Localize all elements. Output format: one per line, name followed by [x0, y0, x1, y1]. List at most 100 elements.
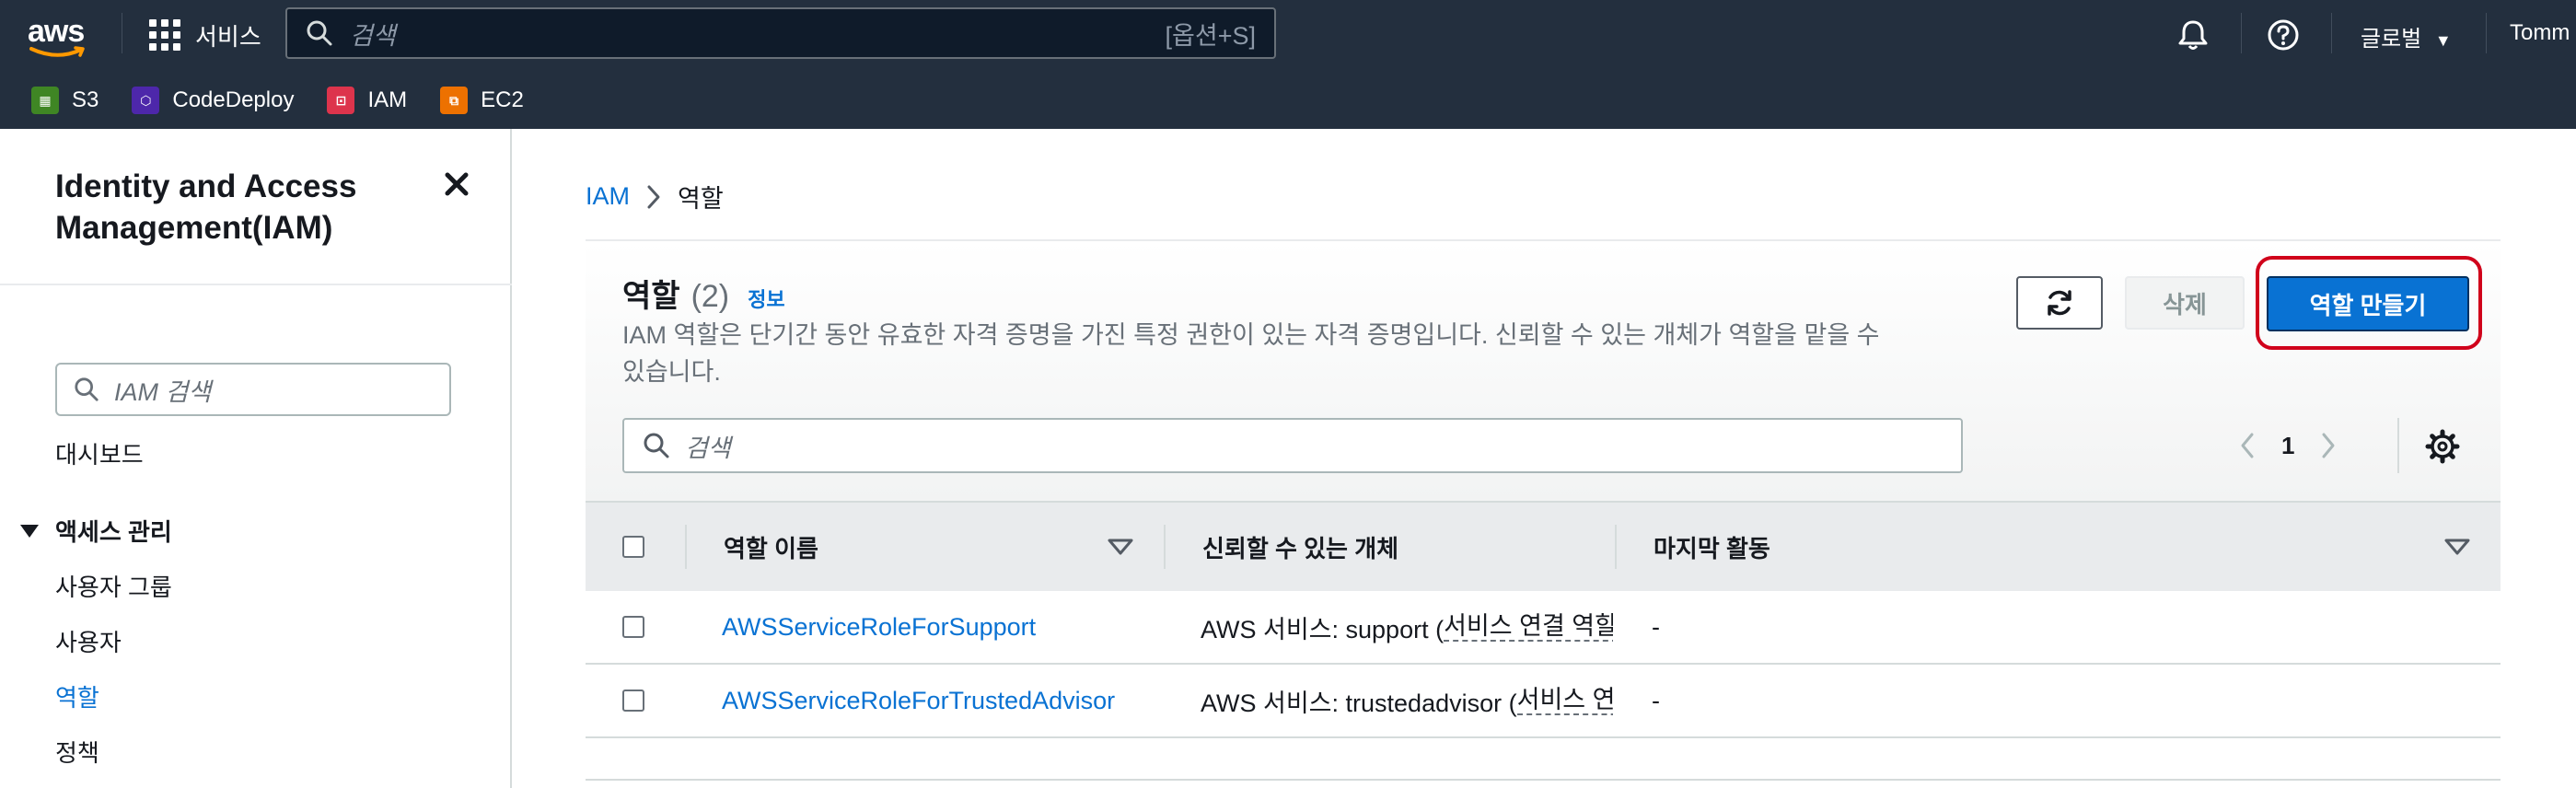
service-linked-role-tooltip[interactable]: 서비스 연결 역할	[1516, 686, 1613, 715]
trusted-entity-cell: AWS 서비스: support (서비스 연결 역할	[1201, 591, 1613, 663]
sort-descending-icon[interactable]	[1107, 538, 1134, 556]
column-divider	[685, 525, 687, 569]
region-label: 글로벌	[2361, 27, 2422, 52]
region-selector[interactable]: 글로벌 ▼	[2361, 20, 2452, 52]
sidebar-item-users[interactable]: 사용자	[55, 624, 122, 658]
row-checkbox[interactable]	[622, 616, 644, 638]
last-activity-cell: -	[1652, 686, 1660, 714]
role-name-link[interactable]: AWSServiceRoleForTrustedAdvisor	[722, 687, 1115, 715]
ec2-service-icon: ⧉	[440, 87, 469, 114]
account-menu[interactable]: Tomm	[2510, 20, 2570, 46]
column-divider	[1164, 525, 1166, 569]
iam-service-icon: ⊡	[327, 87, 355, 114]
favorite-codedeploy[interactable]: ⬡ CodeDeploy	[132, 87, 294, 114]
search-icon	[644, 433, 669, 458]
favorites-bar: ▦ S3 ⬡ CodeDeploy ⊡ IAM ⧉ EC2	[0, 79, 2576, 122]
top-navigation: aws 서비스 검색 [옵션+S] 글로벌 ▼ Tomm ▦ S3 ⬡ Code…	[0, 0, 2576, 129]
search-icon	[307, 20, 332, 46]
aws-logo[interactable]: aws	[28, 13, 92, 57]
favorite-label: IAM	[367, 87, 408, 112]
trusted-entity-text: AWS 서비스: trustedadvisor (	[1201, 689, 1517, 717]
roles-search-input[interactable]: 검색	[622, 418, 1963, 473]
nav-divider	[2486, 13, 2487, 53]
pagination-divider	[2397, 418, 2399, 473]
column-header-role-name[interactable]: 역할 이름	[724, 503, 818, 591]
chevron-left-icon[interactable]	[2239, 432, 2256, 459]
search-shortcut-hint: [옵션+S]	[1165, 21, 1256, 50]
create-role-button[interactable]: 역할 만들기	[2267, 276, 2469, 331]
row-checkbox-cell	[622, 665, 644, 736]
trusted-entity-text: AWS 서비스: support (	[1201, 615, 1445, 643]
favorite-label: CodeDeploy	[172, 87, 295, 112]
column-header-trusted-entities[interactable]: 신뢰할 수 있는 개체	[1202, 503, 1398, 591]
aws-logo-text: aws	[28, 14, 85, 49]
panel-description: IAM 역할은 단기간 동안 유효한 자격 증명을 가진 특정 권한이 있는 자…	[622, 321, 1880, 386]
next-panel-border	[586, 779, 2501, 788]
role-name-cell: AWSServiceRoleForSupport	[722, 591, 1036, 663]
sidebar-item-policies[interactable]: 정책	[55, 735, 99, 769]
sidebar-section-access-management[interactable]: 액세스 관리	[20, 514, 172, 548]
breadcrumb: IAM 역할	[586, 179, 724, 214]
notifications-bell-icon[interactable]	[2175, 17, 2211, 53]
services-label: 서비스	[195, 22, 261, 51]
delete-button[interactable]: 삭제	[2125, 276, 2245, 330]
aws-smile-icon	[29, 46, 85, 57]
sidebar: Identity and Access Management(IAM) IAM …	[0, 129, 512, 788]
chevron-right-icon[interactable]	[2320, 432, 2337, 459]
global-search-input[interactable]: 검색 [옵션+S]	[285, 7, 1276, 59]
breadcrumb-iam-link[interactable]: IAM	[586, 182, 630, 211]
nav-divider	[2241, 13, 2242, 53]
global-search-placeholder: 검색	[350, 21, 396, 50]
panel-title: 역할 (2) 정보	[622, 271, 785, 316]
roles-count: (2)	[690, 279, 730, 314]
favorite-ec2[interactable]: ⧉ EC2	[440, 87, 524, 114]
panel-title-text: 역할	[622, 279, 680, 314]
sidebar-item-user-groups[interactable]: 사용자 그룹	[55, 569, 172, 603]
search-icon	[75, 377, 99, 401]
codedeploy-service-icon: ⬡	[132, 87, 160, 114]
sidebar-item-roles[interactable]: 역할	[55, 679, 99, 713]
sidebar-title: Identity and Access Management(IAM)	[55, 168, 357, 246]
help-icon[interactable]	[2265, 17, 2302, 53]
favorite-label: S3	[72, 87, 99, 112]
page-number[interactable]: 1	[2281, 432, 2294, 460]
column-header-last-activity[interactable]: 마지막 활동	[1654, 503, 1770, 591]
pagination: 1	[2239, 425, 2337, 466]
role-name-link[interactable]: AWSServiceRoleForSupport	[722, 613, 1036, 642]
nav-divider	[2331, 13, 2332, 53]
table-row: AWSServiceRoleForSupport AWS 서비스: suppor…	[586, 591, 2501, 665]
roles-search-placeholder: 검색	[685, 434, 731, 462]
favorite-s3[interactable]: ▦ S3	[31, 87, 99, 114]
caret-down-icon: ▼	[2434, 31, 2452, 50]
column-divider	[1615, 525, 1617, 569]
favorite-label: EC2	[481, 87, 524, 112]
service-linked-role-tooltip[interactable]: 서비스 연결 역할	[1444, 612, 1613, 642]
sidebar-divider	[0, 284, 512, 285]
select-all-checkbox-cell	[622, 503, 644, 591]
table-header: 역할 이름 신뢰할 수 있는 개체 마지막 활동	[586, 501, 2501, 591]
gear-icon[interactable]	[2425, 429, 2460, 464]
top-nav-row: aws 서비스 검색 [옵션+S] 글로벌 ▼ Tomm	[0, 0, 2576, 70]
info-link[interactable]: 정보	[748, 284, 784, 313]
services-menu-button[interactable]: 서비스	[149, 17, 261, 53]
trusted-entity-cell: AWS 서비스: trustedadvisor (서비스 연결 역할	[1201, 665, 1613, 736]
favorite-iam[interactable]: ⊡ IAM	[327, 87, 407, 114]
iam-search-placeholder: IAM 검색	[114, 377, 212, 406]
expand-triangle-icon	[20, 524, 39, 538]
close-icon[interactable]	[440, 168, 473, 201]
refresh-icon	[2048, 290, 2071, 316]
role-name-cell: AWSServiceRoleForTrustedAdvisor	[722, 665, 1115, 736]
panel-header: 역할 (2) 정보 IAM 역할은 단기간 동안 유효한 자격 증명을 가진 특…	[586, 241, 2501, 501]
breadcrumb-current: 역할	[678, 185, 724, 213]
roles-table-panel: 역할 (2) 정보 IAM 역할은 단기간 동안 유효한 자격 증명을 가진 특…	[586, 241, 2501, 740]
iam-search-input[interactable]: IAM 검색	[55, 363, 451, 416]
s3-service-icon: ▦	[31, 87, 59, 114]
sort-icon[interactable]	[2443, 538, 2471, 556]
refresh-button[interactable]	[2016, 276, 2103, 330]
select-all-checkbox[interactable]	[622, 536, 644, 558]
sidebar-item-dashboard[interactable]: 대시보드	[55, 436, 144, 470]
row-checkbox-cell	[622, 591, 644, 663]
services-grid-icon	[149, 19, 180, 51]
row-checkbox[interactable]	[622, 690, 644, 712]
section-label: 액세스 관리	[55, 518, 172, 546]
